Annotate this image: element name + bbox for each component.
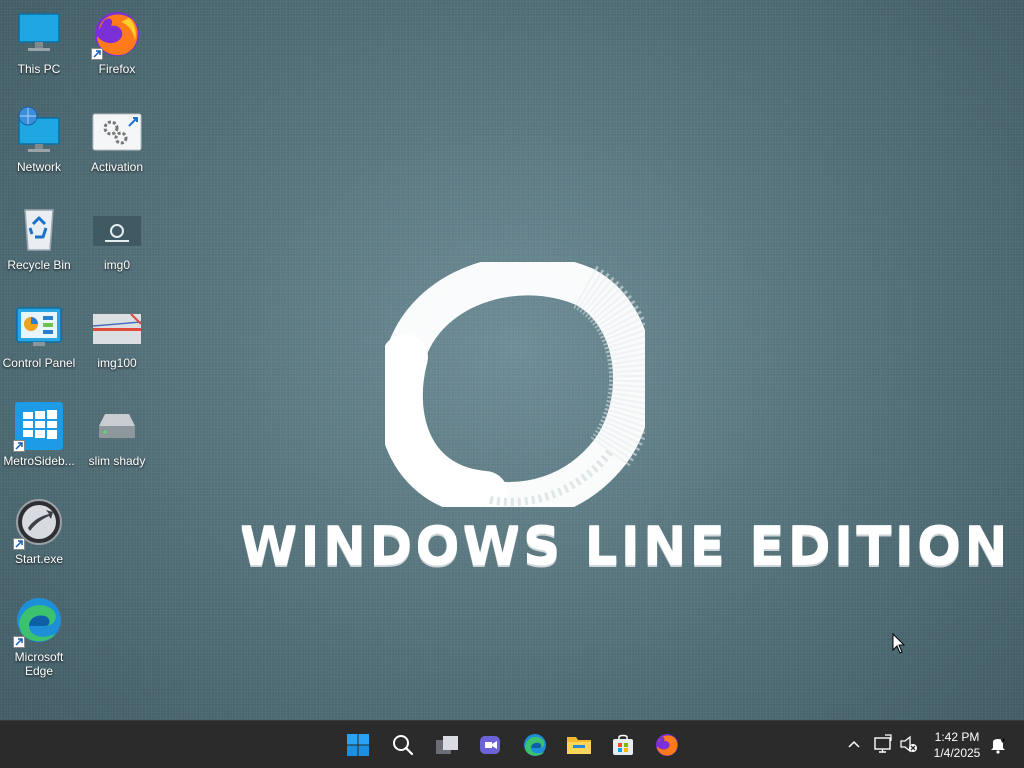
desktop-icon-label: Microsoft Edge <box>14 650 64 678</box>
desktop-icon-label: Start.exe <box>14 552 64 566</box>
edge-icon <box>13 596 65 648</box>
wallpaper-enso-circle <box>385 262 645 507</box>
desktop-icon-control-panel[interactable]: Control Panel <box>0 302 78 392</box>
tray-notifications-button[interactable] <box>988 731 1008 762</box>
desktop-icon-label: Activation <box>90 160 144 174</box>
tray-volume-button[interactable] <box>899 731 919 762</box>
desktop-icon-label: Control Panel <box>2 356 76 370</box>
desktop-icon-label: slim shady <box>88 454 146 468</box>
taskbar-teams-button[interactable] <box>473 727 509 763</box>
image-icon <box>91 302 143 354</box>
shortcut-arrow-icon <box>13 440 25 452</box>
taskbar-firefox-button[interactable] <box>649 727 685 763</box>
clock-date: 1/4/2025 <box>933 746 981 760</box>
activation-icon <box>91 106 143 158</box>
folder-icon <box>567 737 591 754</box>
chevron-up-icon <box>848 740 860 748</box>
desktop-icon-slim-shady[interactable]: slim shady <box>78 400 156 490</box>
windows-logo-icon <box>347 734 369 756</box>
shortcut-arrow-icon <box>13 538 25 550</box>
monitor-icon <box>13 8 65 60</box>
taskbar-search-button[interactable] <box>385 727 421 763</box>
store-icon <box>613 734 633 755</box>
mouse-cursor-icon <box>892 633 906 654</box>
shortcut-arrow-icon <box>13 636 25 648</box>
desktop-icon-metrosidebar[interactable]: MetroSideb... <box>0 400 78 490</box>
drive-icon <box>91 400 143 452</box>
taskbar-edge-button[interactable] <box>517 727 553 763</box>
desktop-icon-microsoft-edge[interactable]: Microsoft Edge <box>0 596 78 686</box>
desktop-icon-label: Network <box>16 160 61 174</box>
desktop-icon-recycle-bin[interactable]: Recycle Bin <box>0 204 78 294</box>
wallpaper-title: WINDOWS LINE EDITION <box>240 516 1011 576</box>
recycle-bin-icon <box>13 204 65 256</box>
network-status-icon <box>874 734 892 753</box>
control-panel-icon <box>13 302 65 354</box>
clock-time: 1:42 PM <box>934 730 980 744</box>
desktop-icon-label: Recycle Bin <box>7 258 71 272</box>
desktop-icon-img0[interactable]: img0 <box>78 204 156 294</box>
taskbar: 1:42 PM 1/4/2025 <box>0 720 1024 768</box>
taskbar-start-button[interactable] <box>340 727 376 763</box>
desktop-icon-img100[interactable]: img100 <box>78 302 156 392</box>
desktop-icon-label: MetroSideb... <box>3 454 75 468</box>
image-icon <box>91 204 143 256</box>
task-view-icon <box>436 736 458 754</box>
desktop-icon-this-pc[interactable]: This PC <box>0 8 78 98</box>
desktop-icon-label: img100 <box>97 356 137 370</box>
notification-bell-icon <box>991 737 1007 754</box>
network-icon <box>13 106 65 158</box>
desktop-icon-label: img0 <box>103 258 130 272</box>
taskbar-task-view-button[interactable] <box>429 727 465 763</box>
start-orb-icon <box>13 498 65 550</box>
firefox-icon <box>656 734 678 756</box>
windows-tiles-icon <box>13 400 65 452</box>
desktop-icon-network[interactable]: Network <box>0 106 78 196</box>
firefox-icon <box>91 8 143 60</box>
teams-icon <box>480 736 500 754</box>
edge-icon <box>524 734 546 756</box>
desktop-icon-label: This PC <box>17 62 61 76</box>
desktop-icon-start-exe[interactable]: Start.exe <box>0 498 78 588</box>
tray-clock[interactable]: 1:42 PM 1/4/2025 <box>926 729 988 761</box>
tray-network-button[interactable] <box>873 731 893 762</box>
desktop-icon-firefox[interactable]: Firefox <box>78 8 156 98</box>
search-icon <box>393 735 414 756</box>
volume-muted-icon <box>900 735 917 753</box>
taskbar-store-button[interactable] <box>605 727 641 763</box>
shortcut-arrow-icon <box>91 48 103 60</box>
taskbar-file-explorer-button[interactable] <box>561 727 597 763</box>
tray-overflow-button[interactable] <box>847 731 861 762</box>
desktop: WINDOWS LINE EDITION This PC Network Rec… <box>0 0 1024 720</box>
desktop-icon-label: Firefox <box>98 62 136 76</box>
desktop-icon-activation[interactable]: Activation <box>78 106 156 196</box>
